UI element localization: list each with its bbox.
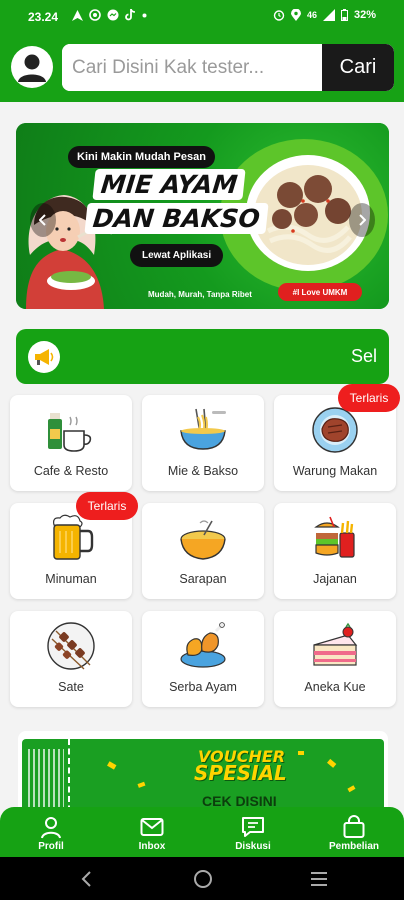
dot-icon <box>142 13 147 17</box>
announcement-text: Sel <box>350 346 377 366</box>
location-icon <box>290 9 301 21</box>
snack-icon <box>314 516 355 558</box>
category-label: Jajanan <box>313 572 357 586</box>
cake-icon <box>313 622 358 666</box>
network-type: 46 <box>306 10 317 20</box>
app-header: 23.24 46 32% Cari <box>0 0 404 102</box>
category-jajanan[interactable]: Jajanan <box>274 503 396 599</box>
mail-icon <box>140 818 164 836</box>
beer-mug-icon <box>53 514 94 560</box>
nav-diskusi[interactable]: Diskusi <box>213 807 293 857</box>
banner-hashtag: #I Love UMKM <box>278 283 362 301</box>
battery-percent: 32% <box>353 9 376 21</box>
system-icons: 46 32% <box>273 9 376 21</box>
category-mie-bakso[interactable]: Mie & Bakso <box>142 395 264 491</box>
voucher-title-line2: SPESIAL <box>194 761 287 785</box>
category-label: Aneka Kue <box>304 680 366 694</box>
fried-chicken-icon <box>180 622 226 668</box>
category-serba-ayam[interactable]: Serba Ayam <box>142 611 264 707</box>
category-cafe-resto[interactable]: Cafe & Resto <box>10 395 132 491</box>
banner-title-line1: MIE AYAM <box>92 169 247 200</box>
category-sate[interactable]: Sate <box>10 611 132 707</box>
nav-label: Profil <box>38 841 64 852</box>
nav-profil[interactable]: Profil <box>11 807 91 857</box>
nav-inbox[interactable]: Inbox <box>112 807 192 857</box>
megaphone-icon-wrapper <box>28 341 60 373</box>
banner-cta: Lewat Aplikasi <box>130 244 224 267</box>
alarm-icon <box>273 10 285 21</box>
search-button[interactable]: Cari <box>322 44 394 91</box>
rice-bowl-icon <box>180 520 226 560</box>
noodle-bowl-icon <box>180 408 226 450</box>
back-icon[interactable] <box>80 870 92 888</box>
status-time: 23.24 <box>28 10 59 24</box>
recent-apps-icon[interactable] <box>310 871 328 887</box>
chat-icon <box>242 817 264 837</box>
badge-terlaris: Terlaris <box>76 492 138 520</box>
nav-label: Pembelian <box>328 841 380 852</box>
banner-prev-button[interactable] <box>30 203 56 237</box>
notification-icons <box>72 9 147 21</box>
banner-next-button[interactable] <box>349 203 375 237</box>
search-bar: Cari <box>62 44 394 91</box>
steak-plate-icon <box>312 407 358 453</box>
chevron-left-icon <box>39 214 46 226</box>
badge-terlaris: Terlaris <box>338 384 400 412</box>
shopping-bag-icon <box>343 815 365 838</box>
navigation-notification-icon <box>72 9 83 21</box>
category-aneka-kue[interactable]: Aneka Kue <box>274 611 396 707</box>
messenger-icon <box>107 9 119 21</box>
system-navigation-bar <box>0 857 404 900</box>
category-label: Serba Ayam <box>169 680 237 694</box>
tiktok-icon <box>125 9 136 21</box>
category-label: Mie & Bakso <box>167 464 239 478</box>
status-bar: 23.24 46 32% <box>0 0 404 34</box>
search-input[interactable] <box>62 44 322 91</box>
coffee-icon <box>48 413 92 452</box>
banner-title-line2: DAN BAKSO <box>84 203 269 234</box>
category-label: Warung Makan <box>292 464 378 478</box>
voucher-barcode <box>28 749 64 813</box>
signal-icon <box>322 9 335 21</box>
megaphone-icon <box>35 349 54 365</box>
category-sarapan[interactable]: Sarapan <box>142 503 264 599</box>
whatsapp-icon <box>89 9 101 21</box>
chevron-right-icon <box>359 214 366 226</box>
nav-label: Inbox <box>138 841 166 852</box>
category-label: Sate <box>58 680 84 694</box>
home-icon[interactable] <box>193 869 213 889</box>
banner-tagline: Mudah, Murah, Tanpa Ribet <box>148 290 252 299</box>
satay-icon <box>47 622 95 670</box>
promo-banner[interactable]: Kini Makin Mudah Pesan MIE AYAM DAN BAKS… <box>16 123 389 309</box>
user-avatar-icon <box>18 54 46 82</box>
bottom-navigation: Profil Inbox Diskusi Pembelian <box>0 807 404 857</box>
category-label: Sarapan <box>179 572 227 586</box>
battery-icon <box>340 9 348 21</box>
announcement-bar[interactable]: Sel <box>16 329 389 384</box>
avatar[interactable] <box>11 46 53 88</box>
nav-label: Diskusi <box>235 841 271 852</box>
category-label: Cafe & Resto <box>33 464 109 478</box>
category-label: Minuman <box>45 572 97 586</box>
banner-pill: Kini Makin Mudah Pesan <box>68 146 215 168</box>
nav-pembelian[interactable]: Pembelian <box>314 807 394 857</box>
person-icon <box>41 817 61 839</box>
